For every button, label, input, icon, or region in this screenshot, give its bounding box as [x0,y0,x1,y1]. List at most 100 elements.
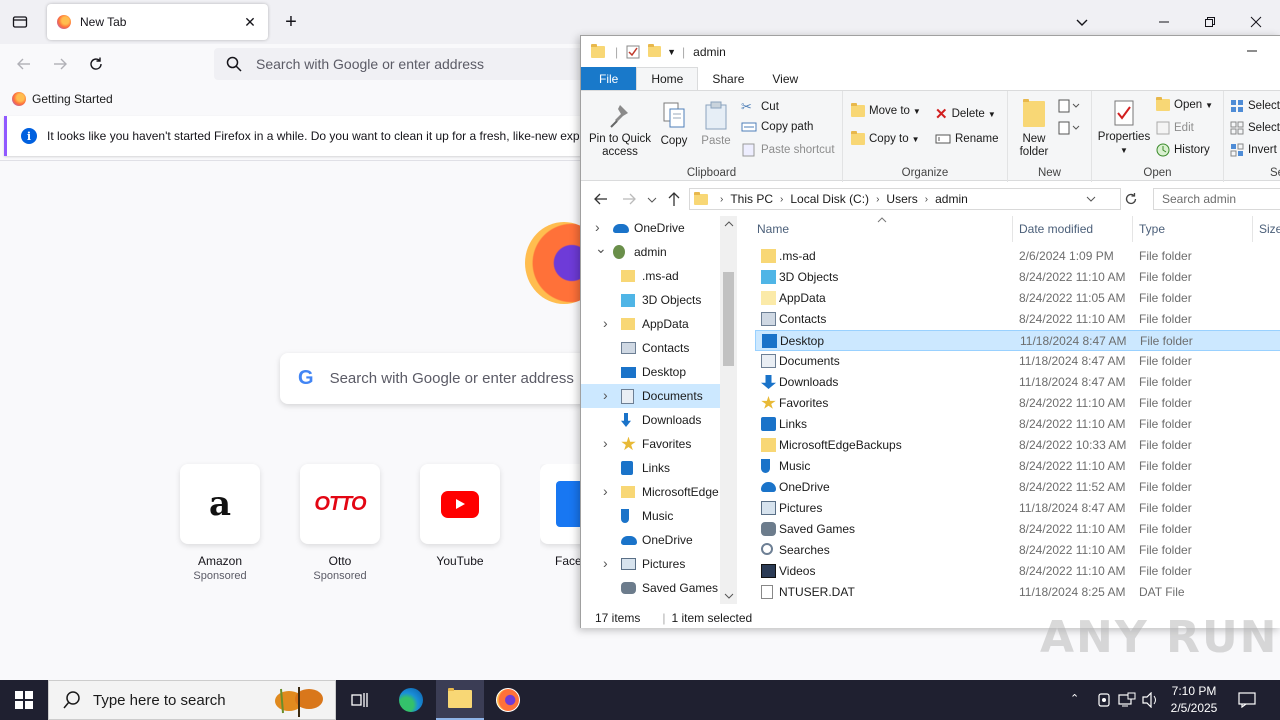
nav-item-pictures[interactable]: › Pictures [581,552,720,576]
nav-item-desktop[interactable]: Desktop [581,360,720,384]
firefox-view-icon[interactable] [4,6,36,38]
nav-item-appdata[interactable]: › AppData [581,312,720,336]
file-row[interactable]: MicrosoftEdgeBackups 8/24/2022 10:33 AM Fi… [755,435,1280,456]
rename-button[interactable]: Rename [935,133,998,145]
restore-icon[interactable] [1194,6,1226,38]
nav-item-links[interactable]: Links [581,456,720,480]
nav-item-microsoftedge[interactable]: › MicrosoftEdge [581,480,720,504]
address-dropdown-icon[interactable] [1086,194,1096,204]
easy-access-button[interactable] [1058,121,1080,135]
properties-quick-icon[interactable] [626,45,640,59]
breadcrumb-admin[interactable]: admin [935,192,968,206]
recent-locations-icon[interactable] [647,195,657,205]
file-row[interactable]: OneDrive 8/24/2022 11:52 AM File folder [755,477,1280,498]
paste-shortcut-button[interactable]: Paste shortcut [741,143,835,157]
search-admin-input[interactable]: Search admin [1153,188,1280,210]
properties-button[interactable]: Properties ▼ [1096,99,1152,157]
expand-chevron-icon[interactable]: › [603,315,608,331]
file-row[interactable]: AppData 8/24/2022 11:05 AM File folder [755,288,1280,309]
shortcut-tile-amazon[interactable]: a Amazon Sponsored [180,464,260,582]
scroll-down-icon[interactable] [724,592,734,600]
close-tab-icon[interactable]: ✕ [240,12,260,32]
new-tab-search-box[interactable]: G Search with Google or enter address [280,353,610,404]
paste-button[interactable]: Paste [699,101,733,148]
file-row[interactable]: 3D Objects 8/24/2022 11:10 AM File folder [755,267,1280,288]
new-tab-button[interactable]: + [278,8,304,36]
file-row[interactable]: Music 8/24/2022 11:10 AM File folder [755,456,1280,477]
breadcrumb-users[interactable]: Users [886,192,917,206]
file-row[interactable]: Downloads 11/18/2024 8:47 AM File folder [755,372,1280,393]
back-arrow-icon[interactable] [593,192,609,206]
pin-to-quick-access-button[interactable]: Pin to Quick access [587,103,653,159]
nav-item-saved-games[interactable]: Saved Games [581,576,720,600]
file-row[interactable]: Saved Games 8/24/2022 11:10 AM File folder [755,519,1280,540]
back-icon[interactable] [8,48,40,80]
notifications-icon[interactable] [1238,692,1256,708]
nav-item-music[interactable]: Music [581,504,720,528]
list-tabs-icon[interactable] [1066,6,1098,38]
nav-item-onedrive[interactable]: › OneDrive [581,216,720,240]
taskbar-file-explorer[interactable] [436,680,484,720]
navigation-scrollbar[interactable] [720,216,737,604]
nav-item-3d-objects[interactable]: 3D Objects [581,288,720,312]
network-device-icon[interactable] [1096,692,1112,708]
refresh-icon[interactable] [1124,192,1138,206]
expand-chevron-icon[interactable]: › [603,483,608,499]
file-row[interactable]: NTUSER.DAT 11/18/2024 8:25 AM DAT File [755,582,1280,603]
nav-item--ms-ad[interactable]: .ms-ad [581,264,720,288]
minimize-icon[interactable] [1243,42,1261,60]
expand-chevron-icon[interactable]: › [603,387,608,403]
tab-view[interactable]: View [758,67,812,90]
select-all-button[interactable]: Select [1230,99,1280,113]
minimize-icon[interactable] [1148,6,1180,38]
address-bar[interactable]: › This PC › Local Disk (C:) › Users › ad… [689,188,1121,210]
new-item-button[interactable] [1058,99,1080,113]
tab-share[interactable]: Share [698,67,758,90]
file-row[interactable]: Favorites 8/24/2022 11:10 AM File folder [755,393,1280,414]
up-arrow-icon[interactable] [667,191,681,207]
breadcrumb-this-pc[interactable]: This PC [730,192,773,206]
nav-item-onedrive[interactable]: OneDrive [581,528,720,552]
edit-button[interactable]: Edit [1156,121,1194,135]
breadcrumb-local-disk[interactable]: Local Disk (C:) [790,192,869,206]
start-button[interactable] [0,680,48,720]
scrollbar-thumb[interactable] [723,272,734,366]
reload-icon[interactable] [80,48,112,80]
column-name[interactable]: Name [751,216,1013,242]
file-row[interactable]: Pictures 11/18/2024 8:47 AM File folder [755,498,1280,519]
file-row[interactable]: .ms-ad 2/6/2024 1:09 PM File folder [755,246,1280,267]
expand-chevron-icon[interactable]: › [603,435,608,451]
copy-to-button[interactable]: Copy to ▼ [851,131,920,145]
taskbar-firefox[interactable] [484,680,532,720]
column-date-modified[interactable]: Date modified [1013,216,1133,242]
move-to-button[interactable]: Move to ▼ [851,103,921,117]
taskbar-edge[interactable] [387,680,435,720]
delete-button[interactable]: ✕ Delete ▼ [935,105,996,123]
file-row[interactable]: Contacts 8/24/2022 11:10 AM File folder [755,309,1280,330]
nav-item-documents[interactable]: › Documents [581,384,720,408]
clock[interactable]: 7:10 PM 2/5/2025 [1158,683,1230,717]
show-hidden-icons[interactable]: ⌃ [1070,692,1079,705]
collapse-chevron-icon[interactable]: ⌄ [595,240,607,257]
customize-toolbar-icon[interactable]: ▼ [667,47,676,57]
new-folder-button[interactable]: New folder [1014,99,1054,159]
copy-path-button[interactable]: Copy path [741,121,813,133]
new-folder-quick-icon[interactable] [648,44,662,57]
url-bar[interactable]: Search with Google or enter address [214,48,634,80]
tab-file[interactable]: File [581,67,637,90]
history-button[interactable]: History [1156,143,1210,157]
file-row[interactable]: Searches 8/24/2022 11:10 AM File folder [755,540,1280,561]
expand-chevron-icon[interactable]: › [603,555,608,571]
invert-selection-button[interactable]: Invert [1230,143,1277,157]
tab-home[interactable]: Home [636,67,699,90]
nav-item-contacts[interactable]: Contacts [581,336,720,360]
file-row[interactable]: Links 8/24/2022 11:10 AM File folder [755,414,1280,435]
close-window-icon[interactable] [1240,6,1272,38]
column-type[interactable]: Type [1133,216,1253,242]
open-button[interactable]: Open ▼ [1156,97,1213,111]
bookmark-getting-started[interactable]: Getting Started [32,92,113,106]
shortcut-tile-otto[interactable]: OTTO Otto Sponsored [300,464,380,582]
column-size[interactable]: Size [1253,216,1280,242]
file-row[interactable]: Videos 8/24/2022 11:10 AM File folder [755,561,1280,582]
copy-button[interactable]: Copy [657,101,691,148]
